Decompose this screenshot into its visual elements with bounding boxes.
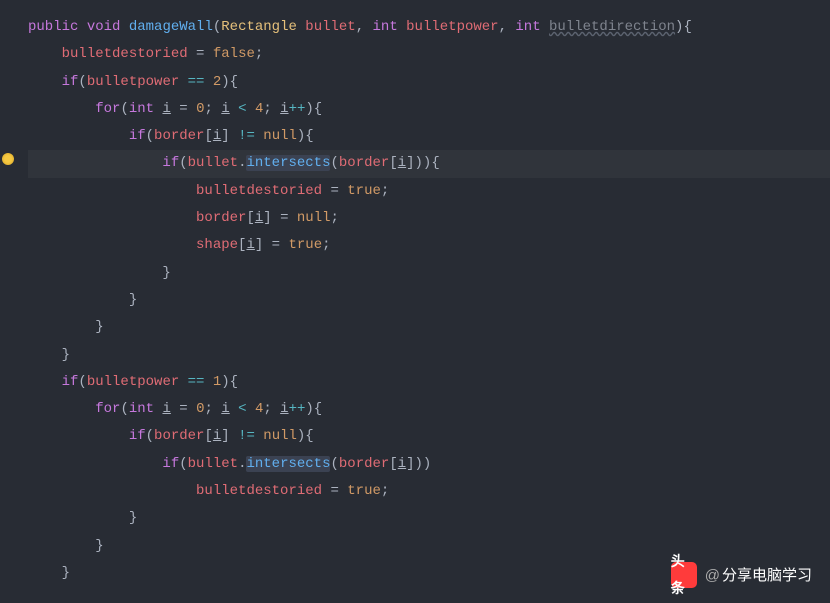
type: int bbox=[515, 19, 540, 35]
at-symbol: @ bbox=[705, 567, 720, 584]
code-line: if(bullet.intersects(border[i])) bbox=[28, 451, 830, 478]
code-line-highlighted: if(bullet.intersects(border[i])){ bbox=[28, 150, 830, 177]
code-line: for(int i = 0; i < 4; i++){ bbox=[28, 396, 830, 423]
param-unused: bulletdirection bbox=[549, 19, 675, 35]
watermark: 头条 @分享电脑学习 bbox=[671, 561, 812, 590]
code-line: border[i] = null; bbox=[28, 205, 830, 232]
gutter-lightbulb-icon[interactable] bbox=[2, 153, 14, 165]
keyword: void bbox=[87, 19, 121, 35]
method-highlight: intersects bbox=[246, 456, 330, 472]
code-line: shape[i] = true; bbox=[28, 232, 830, 259]
code-line: bulletdestoried = true; bbox=[28, 178, 830, 205]
code-line: } bbox=[28, 533, 830, 560]
code-line: } bbox=[28, 287, 830, 314]
param: bulletpower bbox=[406, 19, 498, 35]
method-highlight: intersects bbox=[246, 155, 330, 171]
param: bullet bbox=[305, 19, 355, 35]
code-line: if(border[i] != null){ bbox=[28, 423, 830, 450]
toutiao-icon: 头条 bbox=[671, 562, 697, 588]
watermark-text: 分享电脑学习 bbox=[722, 567, 812, 584]
code-line: for(int i = 0; i < 4; i++){ bbox=[28, 96, 830, 123]
code-line: if(bulletpower == 2){ bbox=[28, 69, 830, 96]
code-line: } bbox=[28, 505, 830, 532]
code-line: bulletdestoried = true; bbox=[28, 478, 830, 505]
code-line: if(border[i] != null){ bbox=[28, 123, 830, 150]
type: int bbox=[373, 19, 398, 35]
code-line: if(bulletpower == 1){ bbox=[28, 369, 830, 396]
code-line: } bbox=[28, 314, 830, 341]
method-name: damageWall bbox=[129, 19, 213, 35]
type: Rectangle bbox=[221, 19, 297, 35]
code-line: } bbox=[28, 260, 830, 287]
code-editor[interactable]: public void damageWall(Rectangle bullet,… bbox=[0, 0, 830, 601]
keyword: public bbox=[28, 19, 78, 35]
code-line: public void damageWall(Rectangle bullet,… bbox=[28, 14, 830, 41]
code-line: bulletdestoried = false; bbox=[28, 41, 830, 68]
code-line: } bbox=[28, 342, 830, 369]
